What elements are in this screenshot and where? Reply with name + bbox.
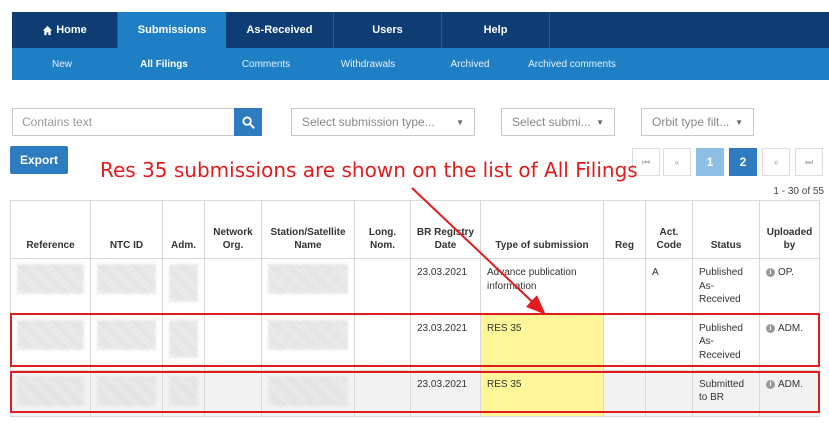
- annotation-arrow: [411, 187, 546, 315]
